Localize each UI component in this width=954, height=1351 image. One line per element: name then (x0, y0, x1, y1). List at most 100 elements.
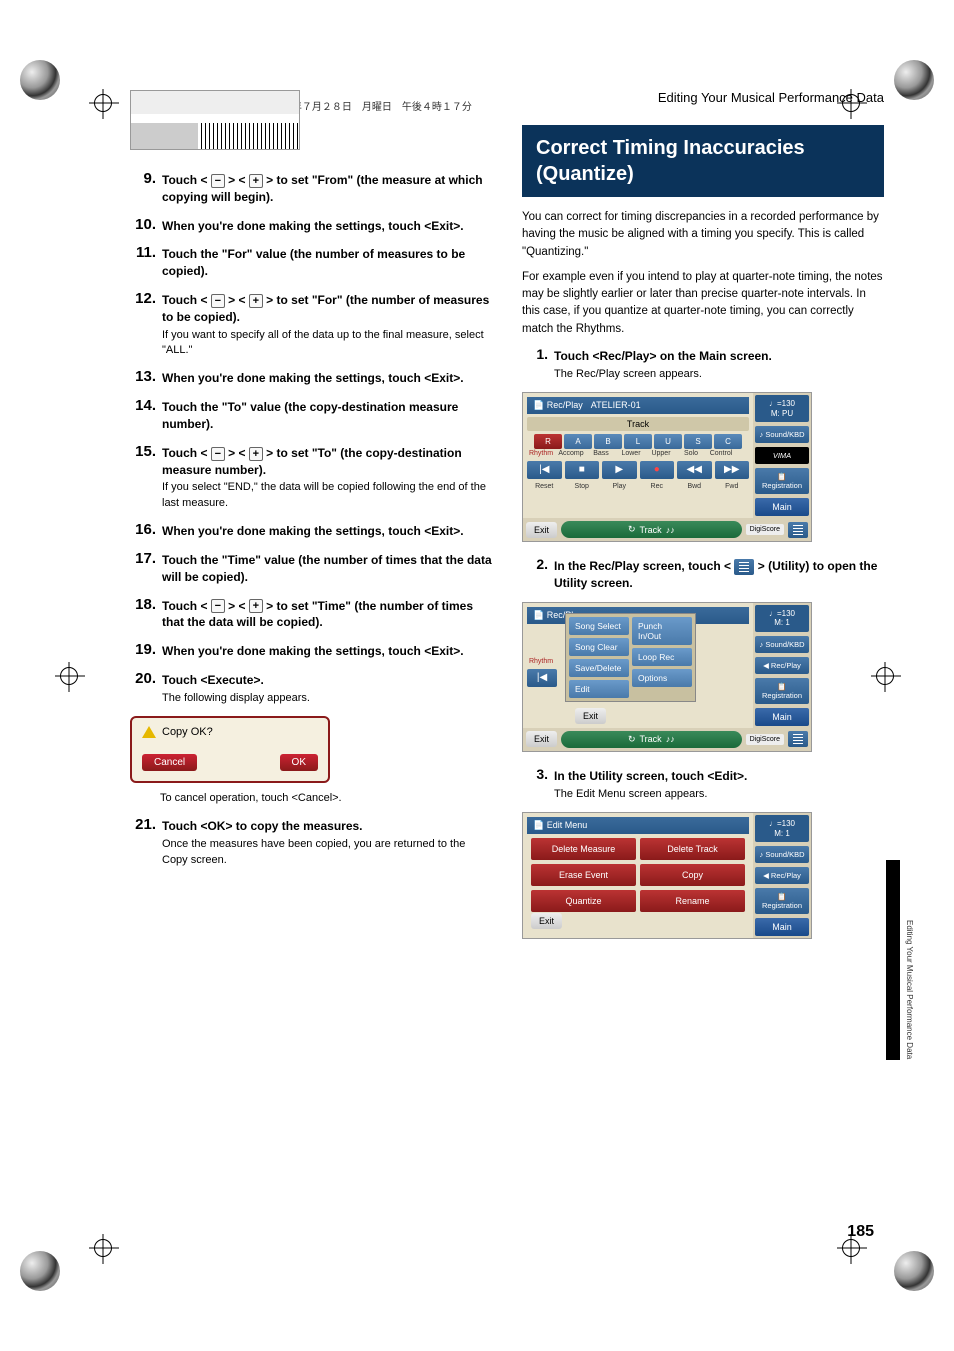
side-main[interactable]: Main (755, 498, 809, 516)
side-soundkbd[interactable]: ♪ Sound/KBD (755, 846, 809, 863)
step-title: Touch <Rec/Play> on the Main screen. (554, 348, 884, 365)
util-save-delete[interactable]: Save/Delete (569, 659, 629, 677)
utility-icon[interactable] (788, 731, 808, 747)
track-label: Rhythm (527, 450, 555, 457)
step-note: If you want to specify all of the data u… (162, 328, 492, 359)
utility-icon (734, 559, 754, 575)
exit-inner-button[interactable]: Exit (575, 708, 606, 724)
track-pill[interactable]: ↻ Track ♪♪ (561, 521, 742, 538)
step-number: 17. (130, 550, 156, 586)
stop-button[interactable]: ■ (565, 461, 600, 479)
reg-mark-br (842, 1239, 860, 1257)
step-title: When you're done making the settings, to… (162, 643, 492, 660)
util-loop-rec[interactable]: Loop Rec (632, 648, 692, 666)
warning-icon (142, 726, 156, 738)
util-song-select[interactable]: Song Select (569, 617, 629, 635)
edit-delete-measure[interactable]: Delete Measure (531, 838, 636, 860)
plus-button[interactable]: + (249, 294, 263, 308)
dialog-message: Copy OK? (162, 726, 213, 738)
util-edit[interactable]: Edit (569, 680, 629, 698)
step-number: 20. (130, 670, 156, 706)
plus-button[interactable]: + (249, 174, 263, 188)
edit-quantize[interactable]: Quantize (531, 890, 636, 912)
minus-button[interactable]: − (211, 447, 225, 461)
utility-icon[interactable] (788, 522, 808, 538)
tempo-display: ♩=130M: 1 (755, 605, 809, 632)
exit-button[interactable]: Exit (531, 913, 562, 929)
play-button[interactable]: ▶ (602, 461, 637, 479)
side-soundkbd[interactable]: ♪ Sound/KBD (755, 636, 809, 653)
reg-mark-tr (842, 94, 860, 112)
reset-button[interactable]: |◀ (527, 669, 557, 687)
step-number: 10. (130, 216, 156, 235)
side-main[interactable]: Main (755, 918, 809, 936)
side-vima[interactable]: VIMA (755, 447, 809, 464)
plus-button[interactable]: + (249, 599, 263, 613)
side-main[interactable]: Main (755, 708, 809, 726)
plus-button[interactable]: + (249, 447, 263, 461)
track-label: Upper (647, 450, 675, 457)
step-title: Touch < − > < + > to set "Time" (the num… (162, 598, 492, 632)
side-soundkbd[interactable]: ♪ Sound/KBD (755, 426, 809, 443)
track-button-u[interactable]: U (654, 434, 682, 449)
step-note: The Edit Menu screen appears. (554, 787, 884, 802)
step-number: 2. (522, 556, 548, 592)
crop-orb-tl (20, 60, 60, 100)
side-recplay[interactable]: ◀ Rec/Play (755, 657, 809, 674)
track-button-s[interactable]: S (684, 434, 712, 449)
left-column: 9.Touch < − > < + > to set "From" (the m… (130, 90, 492, 953)
reset-button[interactable]: |◀ (527, 461, 562, 479)
minus-button[interactable]: − (211, 599, 225, 613)
util-song-clear[interactable]: Song Clear (569, 638, 629, 656)
track-button-c[interactable]: C (714, 434, 742, 449)
ok-button[interactable]: OK (280, 754, 318, 771)
bwd-button[interactable]: ◀◀ (677, 461, 712, 479)
track-label: Lower (617, 450, 645, 457)
side-recplay[interactable]: ◀ Rec/Play (755, 867, 809, 884)
transport-label: Rec (640, 483, 675, 490)
step-number: 14. (130, 397, 156, 433)
page-section-header: Editing Your Musical Performance Data (522, 90, 884, 105)
fwd-button[interactable]: ▶▶ (715, 461, 750, 479)
step-number: 16. (130, 521, 156, 540)
track-button-a[interactable]: A (564, 434, 592, 449)
recplay-screenshot: 📄 Rec/Play ATELIER-01 Track RABLUSC Rhyt… (522, 392, 812, 542)
digiscore-button[interactable]: DigiScore (746, 524, 784, 535)
reg-mark-bl (94, 1239, 112, 1257)
digiscore-button[interactable]: DigiScore (746, 734, 784, 745)
utility-screenshot: 📄 Rec/Pl R A RhythmAcc |◀ Reset Song Sel… (522, 602, 812, 752)
edit-copy[interactable]: Copy (640, 864, 745, 886)
step-note: The following display appears. (162, 691, 492, 706)
edit-rename[interactable]: Rename (640, 890, 745, 912)
side-registration[interactable]: 📋 Registration (755, 468, 809, 494)
step-title: Touch <OK> to copy the measures. (162, 818, 492, 835)
step-note: The Rec/Play screen appears. (554, 367, 884, 382)
exit-button[interactable]: Exit (526, 522, 557, 538)
side-tab (886, 860, 900, 1060)
step-number: 18. (130, 596, 156, 632)
step-note: Once the measures have been copied, you … (162, 837, 492, 868)
track-button-r[interactable]: R (534, 434, 562, 449)
util-options[interactable]: Options (632, 669, 692, 687)
step-title: In the Utility screen, touch <Edit>. (554, 768, 884, 785)
util-punch-in-out[interactable]: Punch In/Out (632, 617, 692, 645)
track-button-l[interactable]: L (624, 434, 652, 449)
cancel-note: To cancel operation, touch <Cancel>. (160, 791, 492, 806)
edit-delete-track[interactable]: Delete Track (640, 838, 745, 860)
step-title: Touch the "To" value (the copy-destinati… (162, 399, 492, 433)
rec-button[interactable]: ● (640, 461, 675, 479)
exit-button[interactable]: Exit (526, 731, 557, 747)
cancel-button[interactable]: Cancel (142, 754, 197, 771)
side-registration[interactable]: 📋 Registration (755, 888, 809, 914)
step-number: 13. (130, 368, 156, 387)
track-pill[interactable]: ↻ Track ♪♪ (561, 731, 742, 748)
step-number: 15. (130, 443, 156, 511)
side-registration[interactable]: 📋 Registration (755, 678, 809, 704)
edit-erase-event[interactable]: Erase Event (531, 864, 636, 886)
track-button-b[interactable]: B (594, 434, 622, 449)
step-number: 1. (522, 346, 548, 382)
step-title: Touch < − > < + > to set "For" (the numb… (162, 292, 492, 326)
minus-button[interactable]: − (211, 294, 225, 308)
reg-mark-ml (60, 667, 78, 685)
minus-button[interactable]: − (211, 174, 225, 188)
